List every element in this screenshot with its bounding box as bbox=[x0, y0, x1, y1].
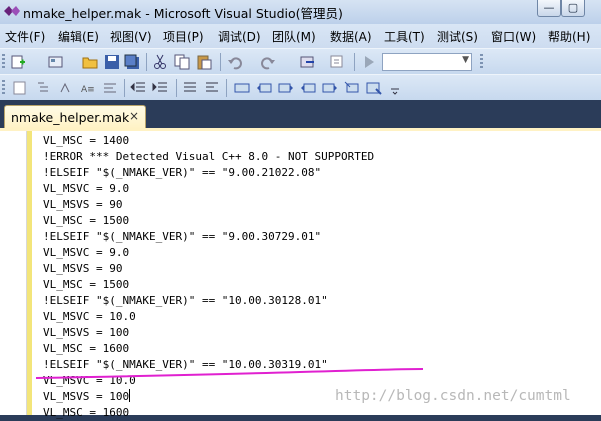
menu-view[interactable]: 视图(V) bbox=[110, 28, 152, 45]
minimize-button[interactable]: — bbox=[537, 0, 561, 17]
tab-label: nmake_helper.mak bbox=[11, 110, 130, 125]
code-line: VL_MSVS = 100 bbox=[43, 389, 374, 405]
title-bar: nmake_helper.mak - Microsoft Visual Stud… bbox=[0, 0, 601, 24]
toolbar-separator bbox=[354, 53, 355, 71]
code-line: !ERROR *** Detected Visual C++ 8.0 - NOT… bbox=[43, 150, 375, 163]
bookmark-window-icon[interactable] bbox=[366, 80, 382, 96]
menu-debug[interactable]: 调试(D) bbox=[218, 28, 261, 45]
tab-nmake-helper[interactable]: nmake_helper.mak × bbox=[4, 105, 146, 129]
paste-icon[interactable] bbox=[196, 54, 212, 70]
undo-icon[interactable] bbox=[227, 54, 243, 70]
code-line: !ELSEIF "$(_NMAKE_VER)" == "9.00.30729.0… bbox=[43, 230, 322, 243]
toolbar-grip[interactable] bbox=[2, 54, 5, 70]
menu-test[interactable]: 测试(S) bbox=[437, 28, 478, 45]
code-line: VL_MSC = 1600 bbox=[43, 342, 130, 355]
overflow-icon[interactable] bbox=[388, 80, 404, 96]
menu-edit[interactable]: 编辑(E) bbox=[58, 28, 99, 45]
toolbar-grip[interactable] bbox=[480, 54, 483, 70]
menu-file[interactable]: 文件(F) bbox=[5, 28, 45, 45]
text-editor-toolbar: A≡ bbox=[0, 74, 601, 101]
toolbar-separator bbox=[220, 53, 221, 71]
code-editor[interactable]: VL_MSC = 1400 !ERROR *** Detected Visual… bbox=[0, 131, 601, 419]
toolbar-separator bbox=[124, 79, 125, 97]
window-title: nmake_helper.mak - Microsoft Visual Stud… bbox=[23, 6, 343, 21]
add-item-icon[interactable] bbox=[10, 54, 26, 70]
quick-info-icon[interactable]: A≡ bbox=[80, 80, 96, 96]
menu-window[interactable]: 窗口(W) bbox=[491, 28, 536, 45]
menu-bar: 文件(F) 编辑(E) 视图(V) 项目(P) 调试(D) 团队(M) 数据(A… bbox=[0, 24, 601, 48]
param-info-icon[interactable] bbox=[102, 80, 118, 96]
members-icon[interactable] bbox=[58, 80, 74, 96]
cut-icon[interactable] bbox=[152, 54, 168, 70]
code-line: VL_MSVS = 90 bbox=[43, 198, 123, 211]
bookmark-prev-folder-icon[interactable] bbox=[300, 80, 316, 96]
code-line: VL_MSC = 1600 bbox=[43, 406, 130, 419]
toolbar-separator bbox=[226, 79, 227, 97]
bookmark-next-folder-icon[interactable] bbox=[322, 80, 338, 96]
code-text[interactable]: VL_MSC = 1400 !ERROR *** Detected Visual… bbox=[43, 131, 374, 421]
bookmark-prev-icon[interactable] bbox=[256, 80, 272, 96]
toolbar-grip[interactable] bbox=[2, 80, 5, 96]
toolbar-separator bbox=[176, 79, 177, 97]
code-line-text: VL_MSVS = 100 bbox=[43, 390, 130, 403]
redo-icon[interactable] bbox=[260, 54, 276, 70]
menu-data[interactable]: 数据(A) bbox=[330, 28, 372, 45]
code-line: !ELSEIF "$(_NMAKE_VER)" == "9.00.21022.0… bbox=[43, 166, 322, 179]
change-tracking-bar bbox=[27, 131, 32, 415]
chevron-down-icon: ▼ bbox=[462, 55, 469, 65]
bookmark-icon[interactable] bbox=[234, 80, 250, 96]
standard-toolbar: ▼ bbox=[0, 48, 601, 75]
bookmark-next-icon[interactable] bbox=[278, 80, 294, 96]
indicator-margin bbox=[0, 131, 27, 415]
code-line: VL_MSVC = 9.0 bbox=[43, 246, 130, 259]
outline-icon[interactable] bbox=[36, 80, 52, 96]
close-icon[interactable]: × bbox=[129, 109, 139, 123]
visual-studio-logo-icon bbox=[4, 6, 20, 16]
solution-config-combo[interactable]: ▼ bbox=[382, 53, 472, 71]
menu-team[interactable]: 团队(M) bbox=[272, 28, 316, 45]
navigate-icon[interactable] bbox=[300, 54, 316, 70]
menu-tools[interactable]: 工具(T) bbox=[384, 28, 425, 45]
toolbar-separator bbox=[146, 53, 147, 71]
code-line: VL_MSVC = 10.0 bbox=[43, 374, 136, 387]
new-project-icon[interactable] bbox=[48, 54, 64, 70]
svg-text:A≡: A≡ bbox=[81, 85, 95, 95]
open-file-icon[interactable] bbox=[82, 54, 98, 70]
code-line: VL_MSC = 1500 bbox=[43, 214, 130, 227]
save-all-icon[interactable] bbox=[124, 54, 140, 70]
copy-icon[interactable] bbox=[174, 54, 190, 70]
code-line: VL_MSVC = 9.0 bbox=[43, 182, 130, 195]
code-line: !ELSEIF "$(_NMAKE_VER)" == "10.00.30128.… bbox=[43, 294, 328, 307]
uncomment-icon[interactable] bbox=[204, 80, 220, 96]
find-icon[interactable] bbox=[330, 54, 346, 70]
menu-project[interactable]: 项目(P) bbox=[163, 28, 204, 45]
watermark: http://blog.csdn.net/cumtml bbox=[335, 388, 571, 404]
maximize-button[interactable]: ▢ bbox=[561, 0, 585, 17]
document-tab-strip: nmake_helper.mak × bbox=[0, 100, 601, 129]
code-line: !ELSEIF "$(_NMAKE_VER)" == "10.00.30319.… bbox=[43, 358, 328, 371]
indent-increase-icon[interactable] bbox=[152, 80, 168, 96]
bookmark-clear-icon[interactable] bbox=[344, 80, 360, 96]
save-icon[interactable] bbox=[104, 54, 120, 70]
code-line: VL_MSVC = 10.0 bbox=[43, 310, 136, 323]
code-line: VL_MSVS = 100 bbox=[43, 326, 130, 339]
code-line: VL_MSVS = 90 bbox=[43, 262, 123, 275]
code-line: VL_MSC = 1400 bbox=[43, 134, 130, 147]
menu-help[interactable]: 帮助(H) bbox=[548, 28, 590, 45]
comment-icon[interactable] bbox=[182, 80, 198, 96]
format-icon[interactable] bbox=[12, 80, 28, 96]
code-line: VL_MSC = 1500 bbox=[43, 278, 130, 291]
indent-decrease-icon[interactable] bbox=[130, 80, 146, 96]
start-debug-icon[interactable] bbox=[361, 54, 377, 70]
text-caret bbox=[129, 389, 131, 402]
